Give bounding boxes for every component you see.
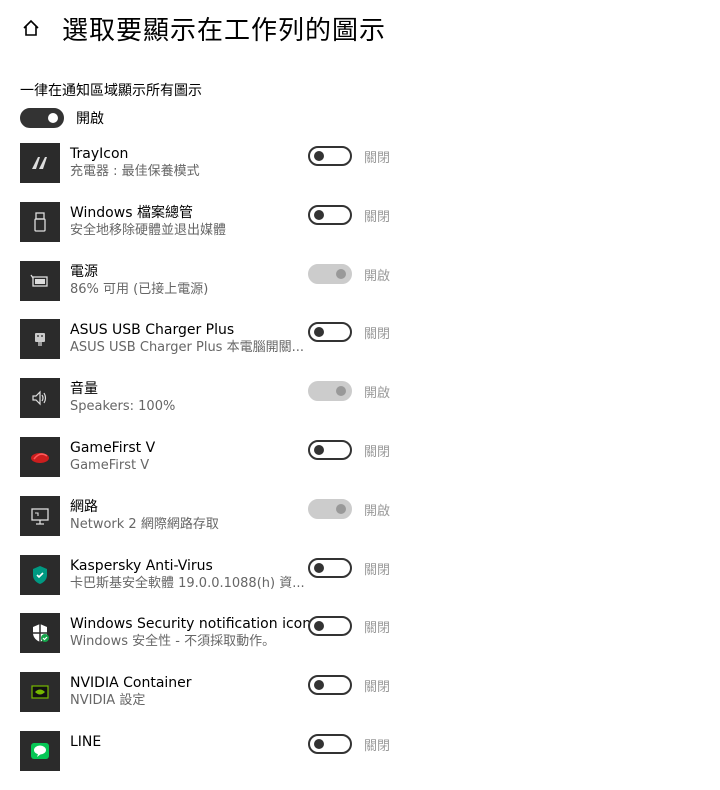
app-status: ASUS USB Charger Plus 本電腦開關... bbox=[70, 340, 304, 356]
app-status: 充電器 : 最佳保養模式 bbox=[70, 164, 200, 179]
list-item-asus-usb-charger: ASUS USB Charger Plus ASUS USB Charger P… bbox=[20, 319, 420, 378]
list-item-trayicon: TrayIcon 充電器 : 最佳保養模式 關閉 bbox=[20, 143, 420, 202]
app-name: 網路 bbox=[70, 498, 98, 515]
toggle-state: 開啟 bbox=[364, 268, 391, 284]
toggle-volume bbox=[308, 381, 352, 402]
toggle-file-explorer[interactable] bbox=[308, 204, 352, 225]
trayicon-icon bbox=[20, 143, 60, 183]
app-status: GameFirst V bbox=[70, 457, 150, 473]
app-status: 安全地移除硬體並退出媒體 bbox=[70, 222, 227, 238]
kaspersky-icon bbox=[20, 554, 60, 595]
toggle-asus-usb-charger[interactable] bbox=[308, 322, 352, 343]
nvidia-icon bbox=[20, 672, 60, 713]
toggle-state: 關閉 bbox=[364, 209, 391, 225]
toggle-state: 開啟 bbox=[364, 386, 391, 402]
gamefirst-icon bbox=[20, 436, 60, 477]
list-item-power: 電源 86% 可用 (已接上電源) 開啟 bbox=[20, 260, 420, 320]
page-title: 選取要顯示在工作列的圖示 bbox=[62, 15, 387, 46]
app-status: Windows 安全性 - 不須採取動作。 bbox=[70, 634, 276, 650]
toggle-trayicon[interactable] bbox=[308, 146, 352, 166]
toggle-windows-security[interactable] bbox=[308, 616, 352, 637]
shield-icon bbox=[20, 613, 60, 654]
toggle-state: 關閉 bbox=[364, 738, 391, 754]
toggle-state: 關閉 bbox=[364, 621, 391, 637]
always-show-all-state: 開啟 bbox=[76, 111, 104, 127]
battery-icon bbox=[20, 260, 60, 301]
toggle-network bbox=[308, 498, 352, 519]
app-status: 卡巴斯基安全軟體 19.0.0.1088(h) 資... bbox=[70, 575, 305, 591]
always-show-all-toggle-row: 開啟 bbox=[20, 108, 104, 128]
home-icon[interactable] bbox=[20, 17, 42, 39]
app-name: Kaspersky Anti-Virus bbox=[70, 557, 213, 574]
app-name: Windows Security notification icon bbox=[70, 616, 312, 633]
toggle-state: 關閉 bbox=[364, 444, 391, 460]
toggle-gamefirst[interactable] bbox=[308, 439, 352, 460]
toggle-line[interactable] bbox=[308, 733, 352, 754]
list-item-line: LINE 關閉 bbox=[20, 730, 420, 790]
app-name: LINE bbox=[70, 733, 102, 750]
toggle-kaspersky[interactable] bbox=[308, 557, 352, 578]
always-show-all-label: 一律在通知區域顯示所有圖示 bbox=[20, 83, 202, 99]
toggle-state: 關閉 bbox=[364, 327, 391, 343]
app-name: 電源 bbox=[70, 263, 98, 280]
toggle-power bbox=[308, 263, 352, 284]
app-name: GameFirst V bbox=[70, 439, 156, 456]
app-name: TrayIcon bbox=[70, 146, 129, 162]
network-icon bbox=[20, 495, 60, 536]
list-item-kaspersky: Kaspersky Anti-Virus 卡巴斯基安全軟體 19.0.0.108… bbox=[20, 554, 420, 614]
app-status: NVIDIA 設定 bbox=[70, 693, 146, 709]
tray-icon-list: TrayIcon 充電器 : 最佳保養模式 關閉 Windows 檔案總管 安全… bbox=[20, 143, 420, 790]
list-item-volume: 音量 Speakers: 100% 開啟 bbox=[20, 378, 420, 437]
toggle-state: 關閉 bbox=[364, 151, 391, 166]
app-status: 86% 可用 (已接上電源) bbox=[70, 281, 209, 297]
app-name: NVIDIA Container bbox=[70, 675, 192, 692]
app-name: 音量 bbox=[70, 381, 98, 398]
app-status: Speakers: 100% bbox=[70, 399, 176, 415]
page-header: 選取要顯示在工作列的圖示 bbox=[20, 10, 386, 46]
list-item-nvidia: NVIDIA Container NVIDIA 設定 關閉 bbox=[20, 672, 420, 731]
toggle-state: 關閉 bbox=[364, 562, 391, 578]
usb-drive-icon bbox=[20, 201, 60, 242]
app-name: ASUS USB Charger Plus bbox=[70, 322, 235, 339]
toggle-state: 開啟 bbox=[364, 503, 391, 519]
line-icon bbox=[20, 730, 60, 771]
app-status: Network 2 網際網路存取 bbox=[70, 516, 219, 532]
app-name: Windows 檔案總管 bbox=[70, 204, 193, 221]
toggle-nvidia[interactable] bbox=[308, 675, 352, 696]
usb-charger-icon bbox=[20, 319, 60, 360]
list-item-file-explorer: Windows 檔案總管 安全地移除硬體並退出媒體 關閉 bbox=[20, 201, 420, 261]
toggle-state: 關閉 bbox=[364, 680, 391, 696]
list-item-network: 網路 Network 2 網際網路存取 開啟 bbox=[20, 495, 420, 555]
list-item-gamefirst: GameFirst V GameFirst V 關閉 bbox=[20, 436, 420, 496]
list-item-windows-security: Windows Security notification icon Windo… bbox=[20, 613, 420, 672]
always-show-all-toggle[interactable] bbox=[20, 108, 64, 128]
speaker-icon bbox=[20, 378, 60, 419]
